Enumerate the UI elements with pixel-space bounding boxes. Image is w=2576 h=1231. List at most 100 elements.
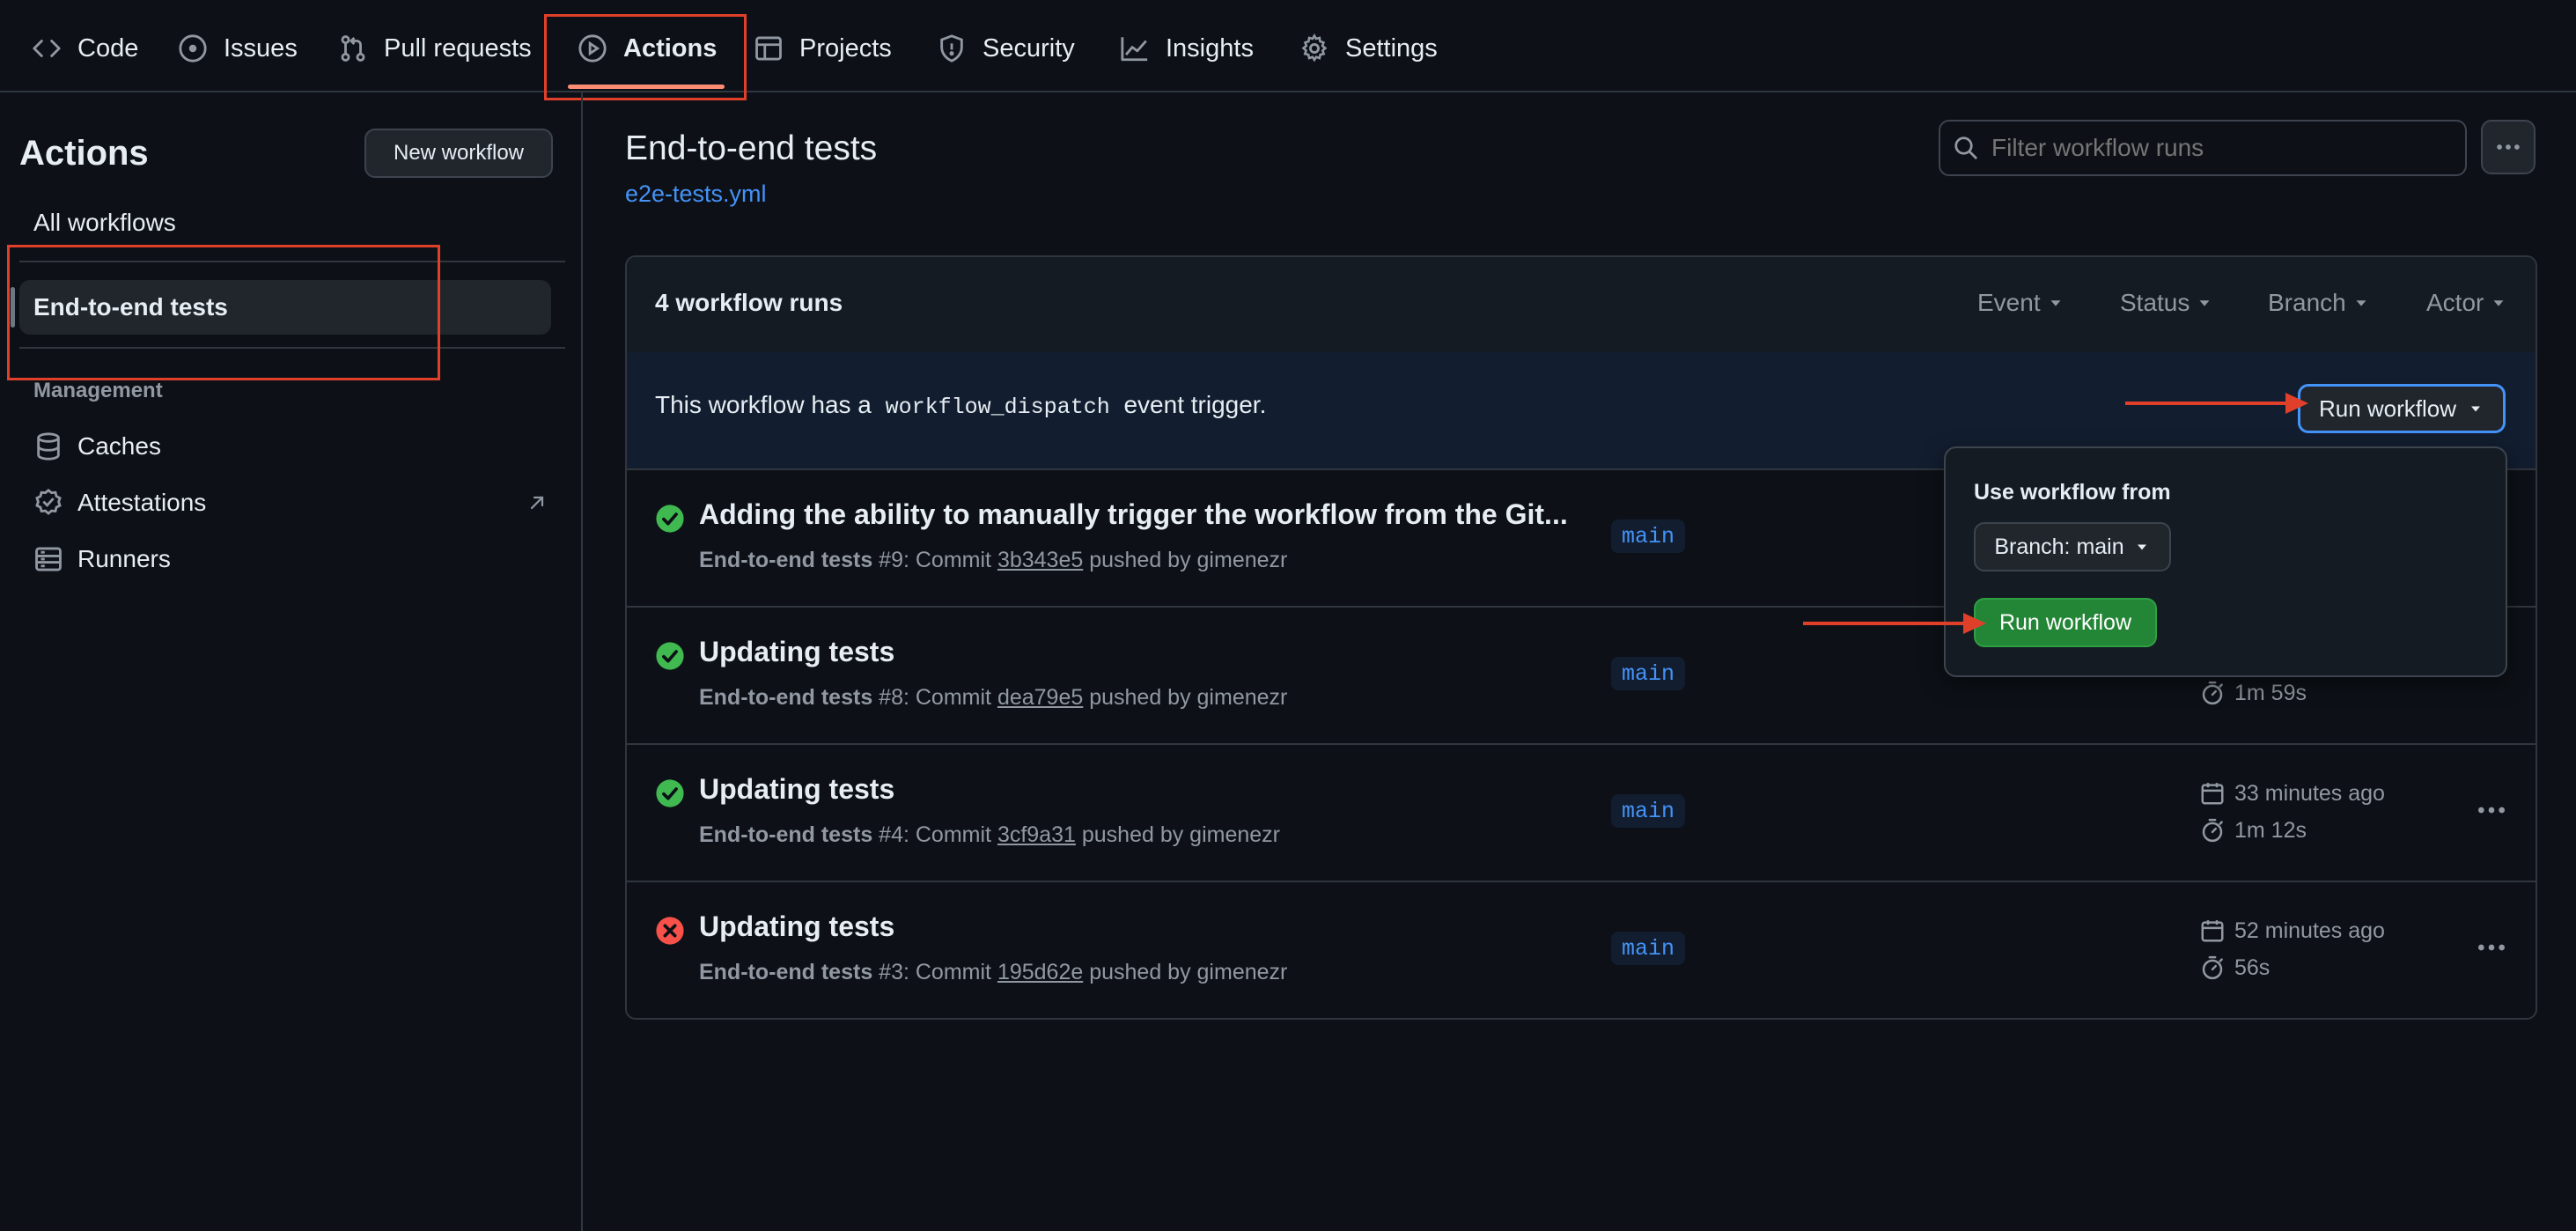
run-workflow-button[interactable]: Run workflow xyxy=(1974,598,2157,647)
annotation-highlight-box xyxy=(544,14,747,100)
sidebar-item-label: Attestations xyxy=(77,489,207,516)
run-time-label: 52 minutes ago xyxy=(2234,918,2385,943)
run-workflow-dropdown-button[interactable]: Run workflow xyxy=(2298,384,2506,433)
run-subtitle: End-to-end tests #9: Commit 3b343e5 push… xyxy=(699,548,1287,573)
calendar-icon xyxy=(2201,920,2224,942)
run-commit-link[interactable]: dea79e5 xyxy=(997,685,1083,710)
dispatch-text-before: This workflow has a xyxy=(655,391,872,418)
run-subtitle: End-to-end tests #3: Commit 195d62e push… xyxy=(699,960,1287,985)
run-time: 33 minutes ago xyxy=(2199,780,2385,807)
filter-branch[interactable]: Branch xyxy=(2268,289,2371,317)
branch-pill[interactable]: main xyxy=(1611,794,1686,828)
tab-insights[interactable]: Insights xyxy=(1120,0,1254,97)
tab-issues[interactable]: Issues xyxy=(178,0,298,97)
stopwatch-icon xyxy=(2202,681,2223,705)
runs-box-header: 4 workflow runs Event Status Branch Acto… xyxy=(627,257,2536,354)
more-options-button[interactable] xyxy=(2481,120,2536,174)
tab-settings[interactable]: Settings xyxy=(1299,0,1438,97)
check-circle-icon xyxy=(656,642,684,670)
management-heading: Management xyxy=(33,379,163,402)
triangle-down-icon xyxy=(2356,300,2366,306)
run-pushed-by: pushed by gimenezr xyxy=(1081,822,1280,847)
triangle-down-icon xyxy=(2471,406,2481,412)
run-row[interactable]: Updating tests End-to-end tests #3: Commi… xyxy=(627,881,2536,1018)
run-number: #8 xyxy=(879,685,903,710)
annotation-arrow xyxy=(1803,622,1967,625)
filter-label: Branch xyxy=(2268,289,2346,316)
run-workflow-name: End-to-end tests xyxy=(699,960,873,984)
button-label: Run workflow xyxy=(2318,394,2457,422)
filter-status[interactable]: Status xyxy=(2120,289,2214,317)
run-commit-link[interactable]: 195d62e xyxy=(997,960,1083,984)
sidebar-item-label: All workflows xyxy=(33,209,176,236)
x-circle-icon xyxy=(656,917,684,945)
tab-code[interactable]: Code xyxy=(32,0,138,97)
tab-pull-requests[interactable]: Pull requests xyxy=(338,0,532,97)
run-duration-label: 56s xyxy=(2234,955,2271,980)
verified-icon xyxy=(35,489,62,515)
run-pushed-by: pushed by gimenezr xyxy=(1089,685,1288,710)
run-options-kebab-icon[interactable] xyxy=(2474,930,2509,965)
run-number: #3 xyxy=(879,960,903,984)
run-title[interactable]: Updating tests xyxy=(699,636,894,668)
annotation-highlight-box xyxy=(7,245,440,380)
tab-label: Issues xyxy=(224,33,298,63)
run-number: #4 xyxy=(879,822,903,847)
stopwatch-icon xyxy=(2202,955,2223,980)
tab-label: Security xyxy=(983,33,1075,63)
branch-pill[interactable]: main xyxy=(1611,520,1686,553)
branch-pill[interactable]: main xyxy=(1611,932,1686,965)
branch-select[interactable]: Branch: main xyxy=(1974,522,2171,571)
runs-count: 4 workflow runs xyxy=(655,289,843,316)
filter-event[interactable]: Event xyxy=(1977,289,2065,317)
run-commit-link[interactable]: 3cf9a31 xyxy=(997,822,1076,847)
triangle-down-icon xyxy=(2199,300,2210,306)
triangle-down-icon xyxy=(2137,544,2146,550)
new-workflow-button[interactable]: New workflow xyxy=(364,129,553,178)
workflow-file-link[interactable]: e2e-tests.yml xyxy=(625,181,767,208)
calendar-icon xyxy=(2201,783,2224,805)
search-input[interactable] xyxy=(1990,133,2451,163)
run-pushed-by: pushed by gimenezr xyxy=(1089,548,1288,572)
check-circle-icon xyxy=(656,505,684,533)
tab-security[interactable]: Security xyxy=(937,0,1075,97)
run-commit-label: : Commit xyxy=(902,685,991,710)
run-duration: 1m 59s xyxy=(2199,680,2307,706)
workflows-sidebar: Actions New workflow All workflows End-t… xyxy=(0,92,583,1231)
sidebar-item-all-workflows[interactable]: All workflows xyxy=(19,195,551,250)
run-time: 52 minutes ago xyxy=(2199,918,2385,944)
dispatch-code: workflow_dispatch xyxy=(885,394,1110,420)
run-options-kebab-icon[interactable] xyxy=(2474,792,2509,828)
filter-runs-search[interactable] xyxy=(1939,120,2467,176)
git-pull-request-icon xyxy=(341,35,365,62)
sidebar-item-attestations[interactable]: Attestations xyxy=(19,475,551,530)
triangle-down-icon xyxy=(2493,300,2504,306)
run-row[interactable]: Updating tests End-to-end tests #4: Commi… xyxy=(627,743,2536,882)
tab-projects[interactable]: Projects xyxy=(754,0,892,97)
arrow-head-icon xyxy=(1963,613,1986,634)
sidebar-item-caches[interactable]: Caches xyxy=(19,419,551,474)
run-subtitle: End-to-end tests #8: Commit dea79e5 push… xyxy=(699,685,1287,711)
tab-label: Settings xyxy=(1345,33,1438,63)
filter-actor[interactable]: Actor xyxy=(2426,289,2508,317)
run-workflow-name: End-to-end tests xyxy=(699,548,873,572)
run-number: #9 xyxy=(879,548,903,572)
run-title[interactable]: Adding the ability to manually trigger t… xyxy=(699,498,1568,531)
run-workflow-name: End-to-end tests xyxy=(699,822,873,847)
branch-pill[interactable]: main xyxy=(1611,657,1686,690)
repo-nav: Code Issues Pull requests Actions Projec… xyxy=(0,0,2576,100)
branch-select-label: Branch: main xyxy=(1994,534,2124,559)
run-commit-label: : Commit xyxy=(902,960,991,984)
annotation-arrow xyxy=(2125,402,2287,405)
server-icon xyxy=(35,547,62,571)
tab-label: Insights xyxy=(1166,33,1254,63)
run-pushed-by: pushed by gimenezr xyxy=(1089,960,1288,984)
run-title[interactable]: Updating tests xyxy=(699,910,894,943)
stopwatch-icon xyxy=(2202,818,2223,843)
run-title[interactable]: Updating tests xyxy=(699,773,894,806)
run-duration: 1m 12s xyxy=(2199,817,2307,844)
table-icon xyxy=(755,36,782,61)
sidebar-item-runners[interactable]: Runners xyxy=(19,532,551,586)
search-icon xyxy=(1954,136,1977,159)
run-commit-link[interactable]: 3b343e5 xyxy=(997,548,1083,572)
